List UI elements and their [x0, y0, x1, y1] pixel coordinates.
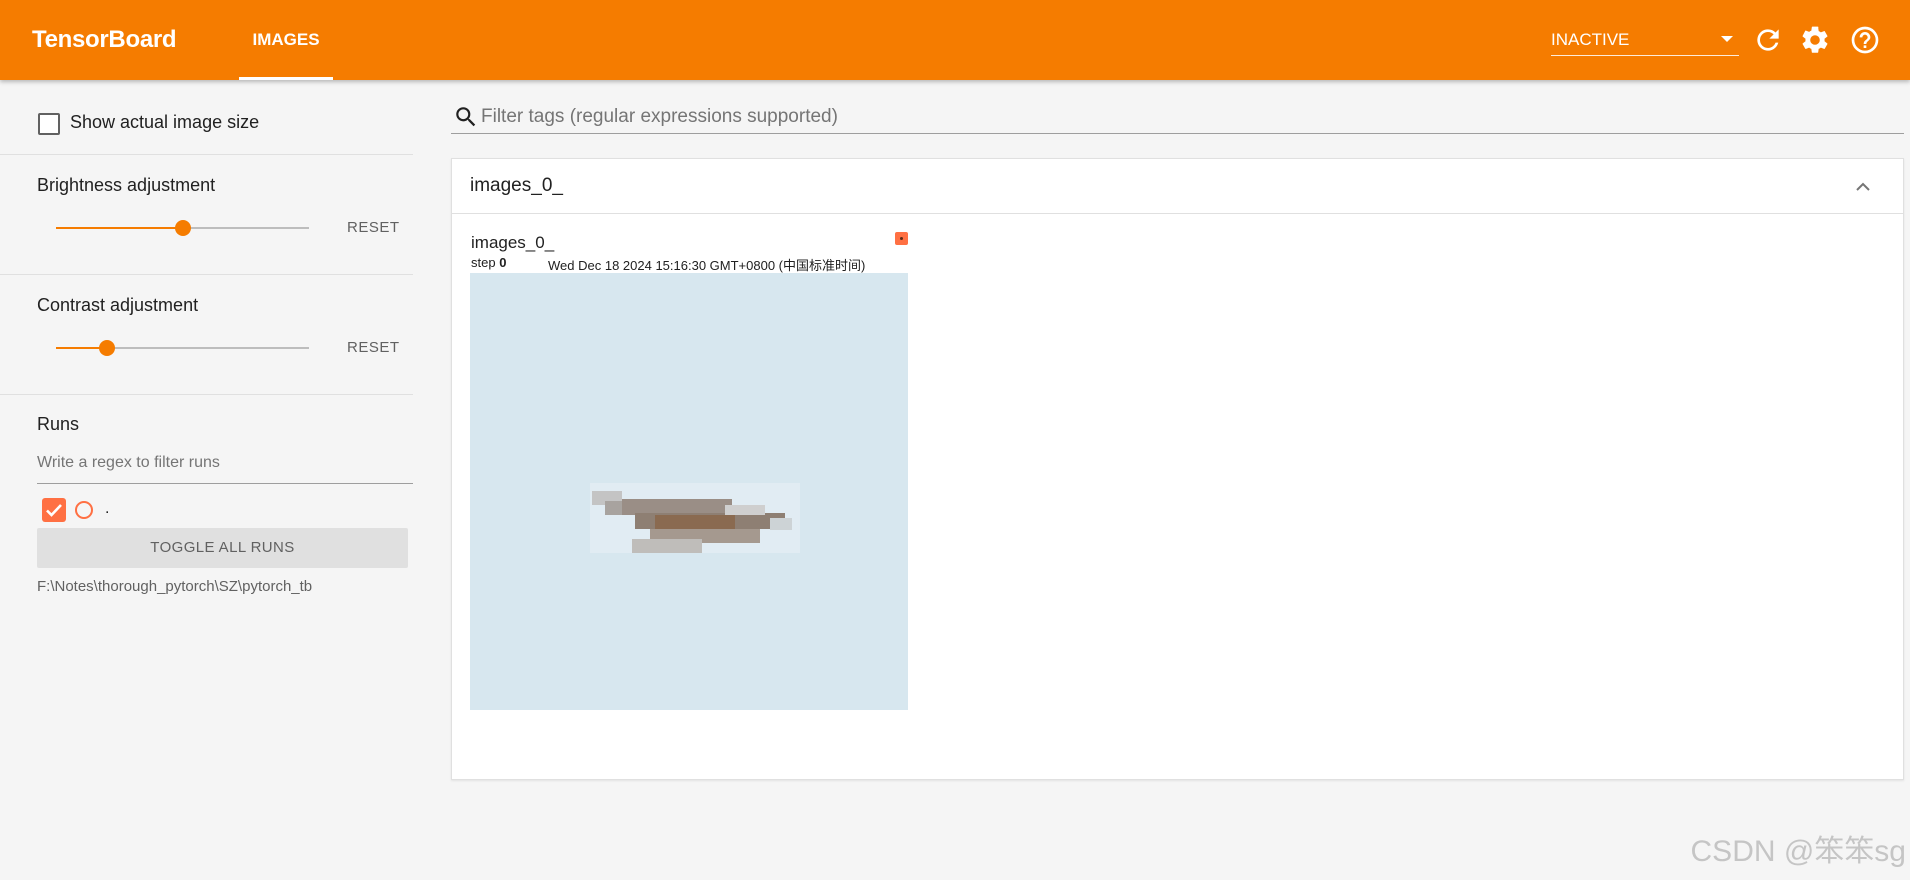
- brightness-slider-fill: [56, 227, 183, 229]
- help-icon[interactable]: [1849, 24, 1881, 56]
- brand-title: TensorBoard: [32, 26, 177, 53]
- tag-card: images_0_ images_0_ step 0 Wed Dec 18 20…: [451, 158, 1904, 780]
- brightness-section: Brightness adjustment RESET: [0, 155, 413, 275]
- step-value: 0: [499, 255, 507, 270]
- run-color-radio[interactable]: [75, 501, 93, 519]
- reload-status-select[interactable]: INACTIVE: [1551, 24, 1739, 56]
- status-value: INACTIVE: [1551, 30, 1630, 49]
- contrast-reset-button[interactable]: RESET: [347, 339, 400, 356]
- tab-images[interactable]: IMAGES: [239, 0, 333, 80]
- refresh-icon[interactable]: [1752, 24, 1784, 56]
- settings-icon[interactable]: [1799, 24, 1831, 56]
- logdir-path: F:\Notes\thorough_pytorch\SZ\pytorch_tb: [37, 578, 313, 595]
- sidebar: Show actual image size Brightness adjust…: [0, 80, 413, 880]
- runs-label: Runs: [37, 414, 80, 434]
- show-actual-size-checkbox[interactable]: [38, 113, 60, 135]
- brightness-slider[interactable]: [56, 220, 309, 236]
- run-checkbox[interactable]: [42, 498, 66, 522]
- chevron-down-icon: [1721, 36, 1733, 42]
- tag-card-title: images_0_: [470, 175, 563, 196]
- tag-card-header[interactable]: images_0_: [452, 159, 1903, 214]
- image-size-section: Show actual image size: [0, 80, 413, 155]
- contrast-slider-thumb[interactable]: [99, 340, 115, 356]
- tag-filter-placeholder: Filter tags (regular expressions support…: [481, 106, 838, 127]
- step-label: step: [471, 255, 496, 270]
- runs-filter-input[interactable]: Write a regex to filter runs: [37, 444, 413, 484]
- image-timestamp: Wed Dec 18 2024 15:16:30 GMT+0800 (中国标准时…: [548, 258, 866, 273]
- contrast-section: Contrast adjustment RESET: [0, 275, 413, 395]
- search-icon: [456, 107, 476, 127]
- image-pixels: [470, 273, 908, 710]
- brightness-label: Brightness adjustment: [37, 175, 216, 195]
- run-color-indicator: [895, 232, 908, 245]
- csdn-watermark: CSDN @笨笨sg: [1690, 835, 1906, 868]
- chevron-up-icon[interactable]: [1851, 175, 1875, 199]
- toggle-all-runs-button[interactable]: TOGGLE ALL RUNS: [37, 528, 408, 568]
- tag-filter-input[interactable]: Filter tags (regular expressions support…: [451, 100, 1904, 134]
- brightness-slider-thumb[interactable]: [175, 220, 191, 236]
- top-app-bar: TensorBoard IMAGES INACTIVE: [0, 0, 1910, 80]
- contrast-label: Contrast adjustment: [37, 295, 199, 315]
- image-title: images_0_: [471, 233, 555, 252]
- show-actual-size-label: Show actual image size: [70, 112, 260, 132]
- image-step: step 0: [471, 255, 506, 270]
- image-preview[interactable]: [470, 273, 908, 710]
- brightness-reset-button[interactable]: RESET: [347, 219, 400, 236]
- contrast-slider[interactable]: [56, 340, 309, 356]
- run-name: .: [105, 500, 110, 517]
